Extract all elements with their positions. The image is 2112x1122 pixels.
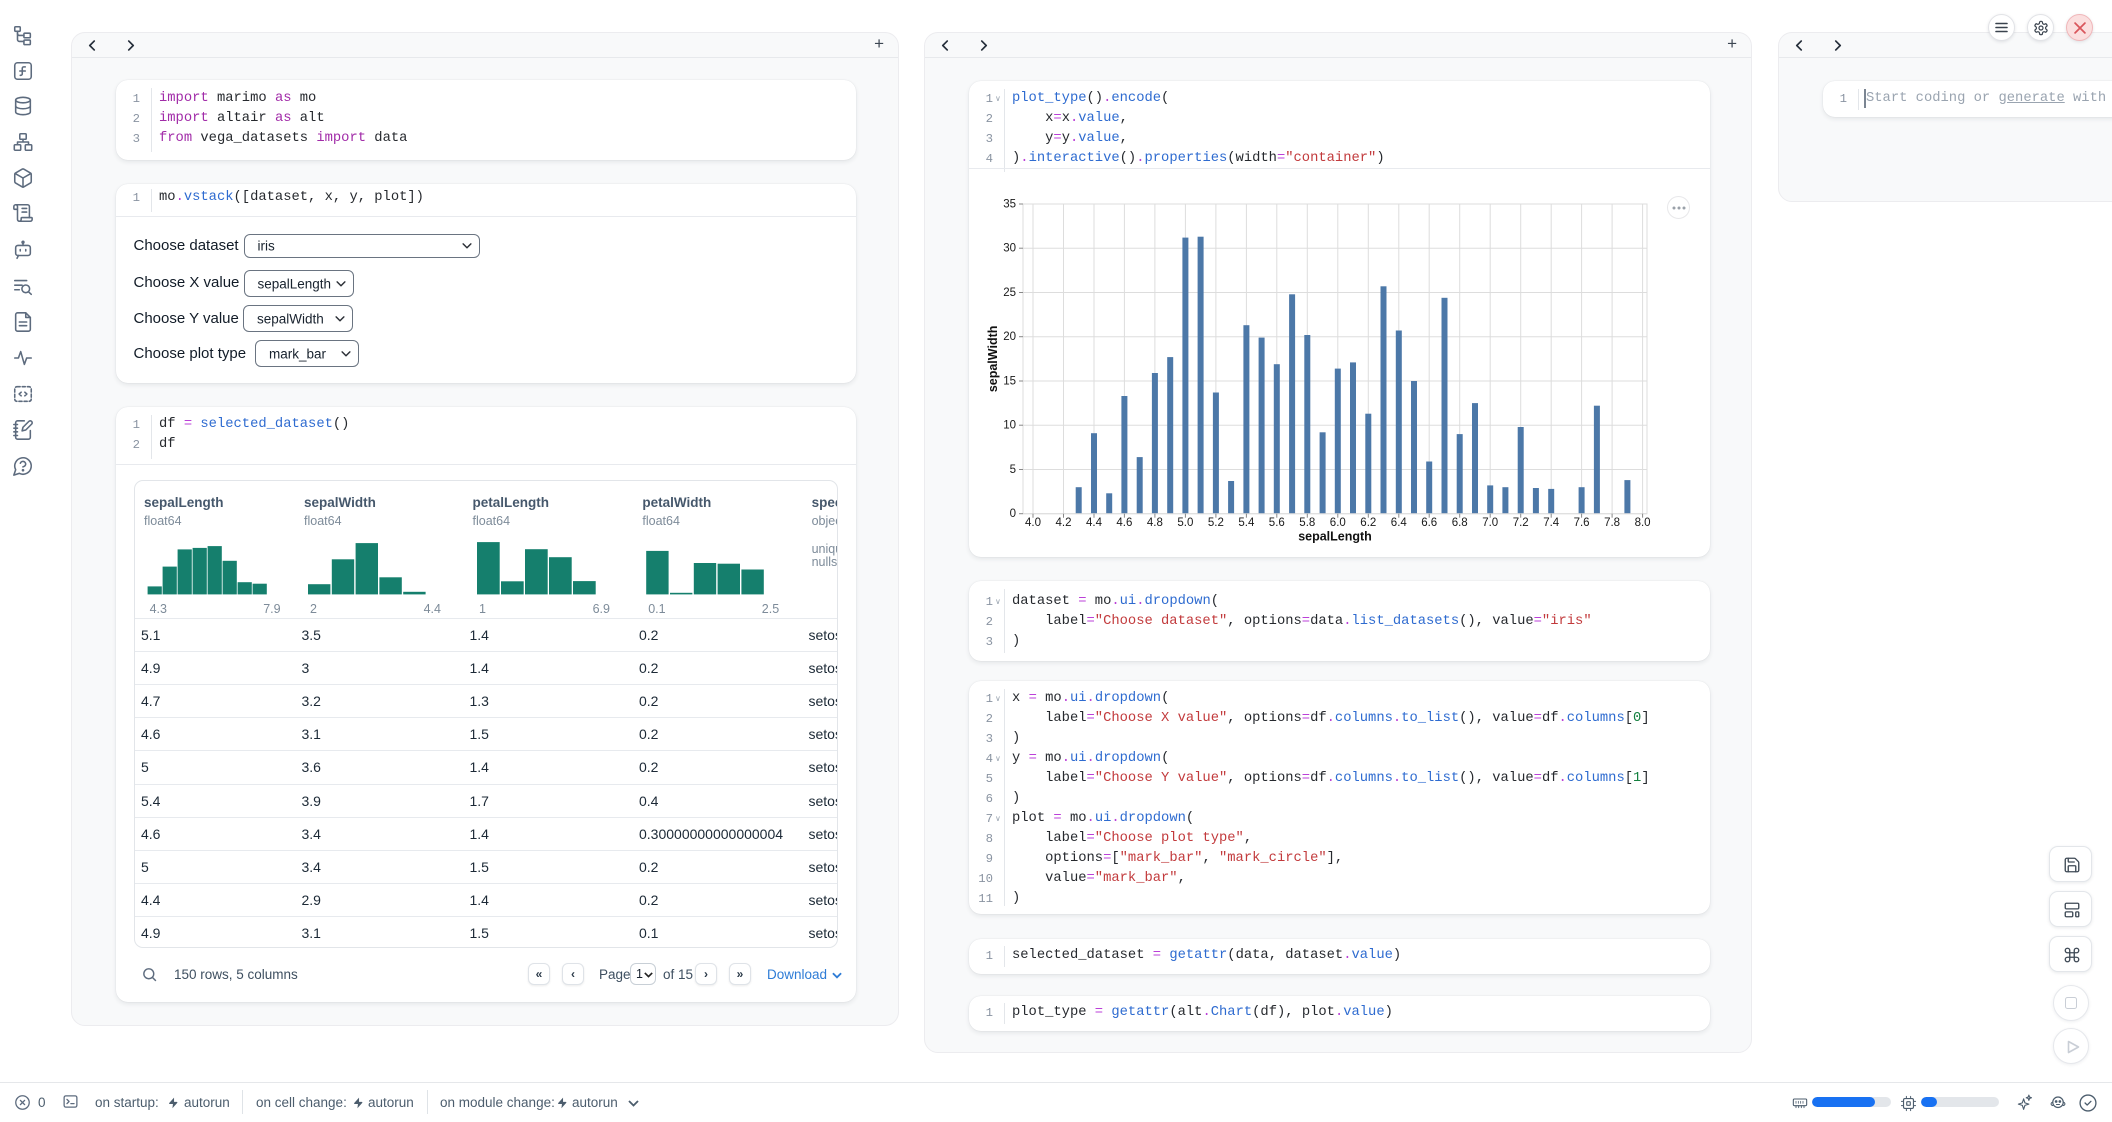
svg-text:7.8: 7.8 (1604, 517, 1620, 529)
svg-text:4.8: 4.8 (1147, 517, 1163, 529)
svg-text:4.4: 4.4 (1086, 517, 1103, 529)
svg-text:7.4: 7.4 (1543, 517, 1560, 529)
svg-text:5.6: 5.6 (1269, 517, 1285, 529)
svg-text:6.8: 6.8 (1452, 517, 1468, 529)
svg-text:6.4: 6.4 (1391, 517, 1408, 529)
svg-text:5.4: 5.4 (1238, 517, 1255, 529)
svg-text:6.0: 6.0 (1330, 517, 1346, 529)
svg-text:0: 0 (1010, 508, 1016, 520)
svg-text:7.6: 7.6 (1574, 517, 1590, 529)
svg-text:15: 15 (1003, 376, 1016, 388)
svg-text:5.8: 5.8 (1299, 517, 1315, 529)
svg-text:7.0: 7.0 (1482, 517, 1498, 529)
svg-text:5: 5 (1010, 464, 1016, 476)
svg-text:sepalWidth: sepalWidth (986, 326, 1000, 393)
svg-text:4.6: 4.6 (1116, 517, 1132, 529)
svg-text:35: 35 (1003, 199, 1016, 211)
svg-text:8.0: 8.0 (1635, 517, 1651, 529)
svg-text:sepalLength: sepalLength (1298, 530, 1372, 544)
svg-text:4.2: 4.2 (1056, 517, 1072, 529)
svg-text:20: 20 (1003, 331, 1016, 343)
svg-text:25: 25 (1003, 287, 1016, 299)
svg-text:10: 10 (1003, 420, 1016, 432)
svg-text:6.6: 6.6 (1421, 517, 1437, 529)
svg-text:4.0: 4.0 (1025, 517, 1041, 529)
svg-text:6.2: 6.2 (1360, 517, 1376, 529)
svg-text:5.2: 5.2 (1208, 517, 1224, 529)
svg-text:5.0: 5.0 (1177, 517, 1193, 529)
svg-text:30: 30 (1003, 243, 1016, 255)
svg-text:7.2: 7.2 (1513, 517, 1529, 529)
